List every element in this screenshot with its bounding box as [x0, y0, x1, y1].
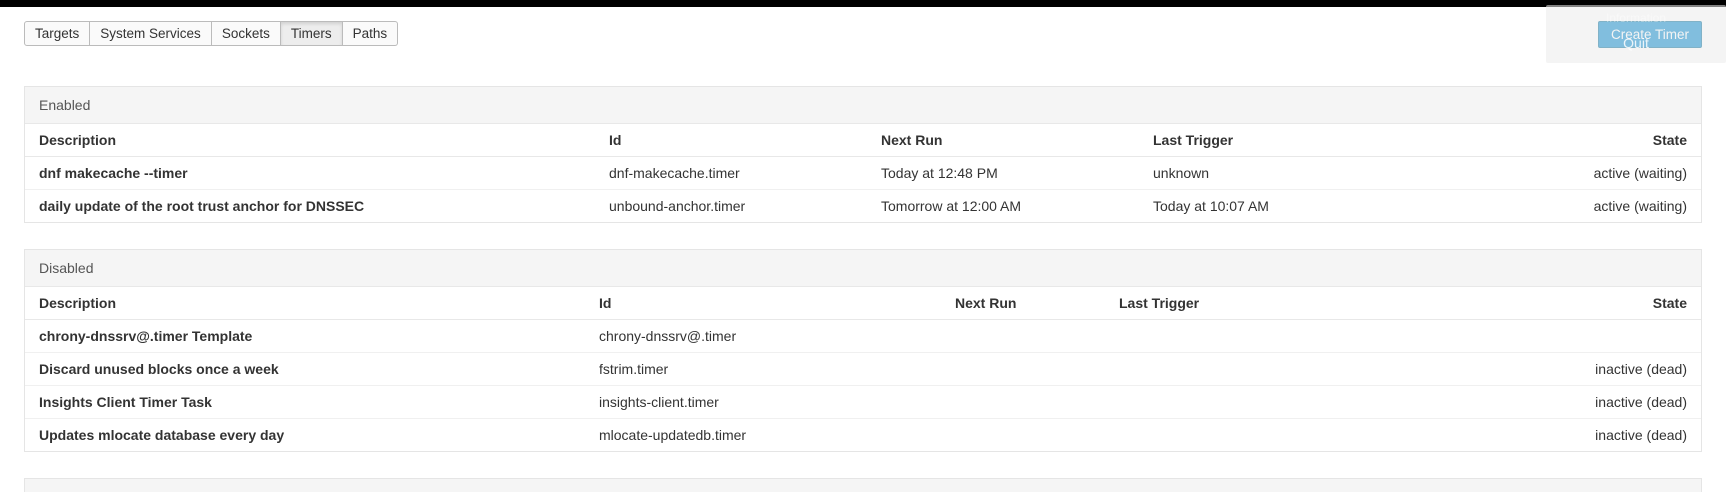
table-row[interactable]: Updates mlocate database every day mloca… [25, 419, 1701, 452]
cell-description: dnf makecache --timer [25, 157, 595, 190]
enabled-table: Description Id Next Run Last Trigger Sta… [25, 124, 1701, 222]
table-row[interactable]: Discard unused blocks once a week fstrim… [25, 353, 1701, 386]
cell-description: Insights Client Timer Task [25, 386, 585, 419]
cell-last-trigger [1105, 320, 1343, 353]
cell-next-run [941, 386, 1105, 419]
cell-state [1343, 320, 1701, 353]
cell-description: daily update of the root trust anchor fo… [25, 190, 595, 223]
col-state[interactable]: State [1411, 124, 1701, 157]
col-last-trigger[interactable]: Last Trigger [1139, 124, 1411, 157]
cell-last-trigger: Today at 10:07 AM [1139, 190, 1411, 223]
disabled-heading: Disabled [25, 250, 1701, 287]
cell-last-trigger [1105, 419, 1343, 452]
cell-next-run: Tomorrow at 12:00 AM [867, 190, 1139, 223]
col-last-trigger[interactable]: Last Trigger [1105, 287, 1343, 320]
col-id[interactable]: Id [595, 124, 867, 157]
enabled-panel: Enabled Description Id Next Run Last Tri… [24, 86, 1702, 223]
col-next-run[interactable]: Next Run [941, 287, 1105, 320]
disabled-panel: Disabled Description Id Next Run Last Tr… [24, 249, 1702, 452]
cell-id: dnf-makecache.timer [595, 157, 867, 190]
cell-description: Discard unused blocks once a week [25, 353, 585, 386]
cell-id: chrony-dnssrv@.timer [585, 320, 941, 353]
cell-next-run [941, 320, 1105, 353]
disabled-header-row: Description Id Next Run Last Trigger Sta… [25, 287, 1701, 320]
tab-timers[interactable]: Timers [281, 21, 343, 46]
cell-next-run: Today at 12:48 PM [867, 157, 1139, 190]
next-panel-peek [24, 478, 1702, 492]
cell-state: active (waiting) [1411, 190, 1701, 223]
cell-id: unbound-anchor.timer [595, 190, 867, 223]
cell-id: fstrim.timer [585, 353, 941, 386]
table-row[interactable]: daily update of the root trust anchor fo… [25, 190, 1701, 223]
cell-state: inactive (dead) [1343, 353, 1701, 386]
tab-paths[interactable]: Paths [343, 21, 399, 46]
table-row[interactable]: dnf makecache --timer dnf-makecache.time… [25, 157, 1701, 190]
window-top-bar [0, 0, 1726, 7]
create-timer-button[interactable]: Create Timer [1598, 21, 1702, 48]
table-row[interactable]: Insights Client Timer Task insights-clie… [25, 386, 1701, 419]
cell-description: Updates mlocate database every day [25, 419, 585, 452]
tab-targets[interactable]: Targets [24, 21, 90, 46]
col-description[interactable]: Description [25, 287, 585, 320]
col-description[interactable]: Description [25, 124, 595, 157]
cell-state: active (waiting) [1411, 157, 1701, 190]
col-state[interactable]: State [1343, 287, 1701, 320]
cell-last-trigger: unknown [1139, 157, 1411, 190]
col-next-run[interactable]: Next Run [867, 124, 1139, 157]
cell-state: inactive (dead) [1343, 419, 1701, 452]
enabled-header-row: Description Id Next Run Last Trigger Sta… [25, 124, 1701, 157]
cell-next-run [941, 353, 1105, 386]
cell-last-trigger [1105, 386, 1343, 419]
tab-system-services[interactable]: System Services [90, 21, 212, 46]
disabled-table: Description Id Next Run Last Trigger Sta… [25, 287, 1701, 451]
cell-id: mlocate-updatedb.timer [585, 419, 941, 452]
table-row[interactable]: chrony-dnssrv@.timer Template chrony-dns… [25, 320, 1701, 353]
tab-sockets[interactable]: Sockets [212, 21, 281, 46]
cell-id: insights-client.timer [585, 386, 941, 419]
unit-type-tabs: Targets System Services Sockets Timers P… [24, 21, 398, 46]
enabled-heading: Enabled [25, 87, 1701, 124]
cell-state: inactive (dead) [1343, 386, 1701, 419]
cell-last-trigger [1105, 353, 1343, 386]
cell-next-run [941, 419, 1105, 452]
cell-description: chrony-dnssrv@.timer Template [25, 320, 585, 353]
toolbar: Targets System Services Sockets Timers P… [24, 7, 1702, 48]
col-id[interactable]: Id [585, 287, 941, 320]
